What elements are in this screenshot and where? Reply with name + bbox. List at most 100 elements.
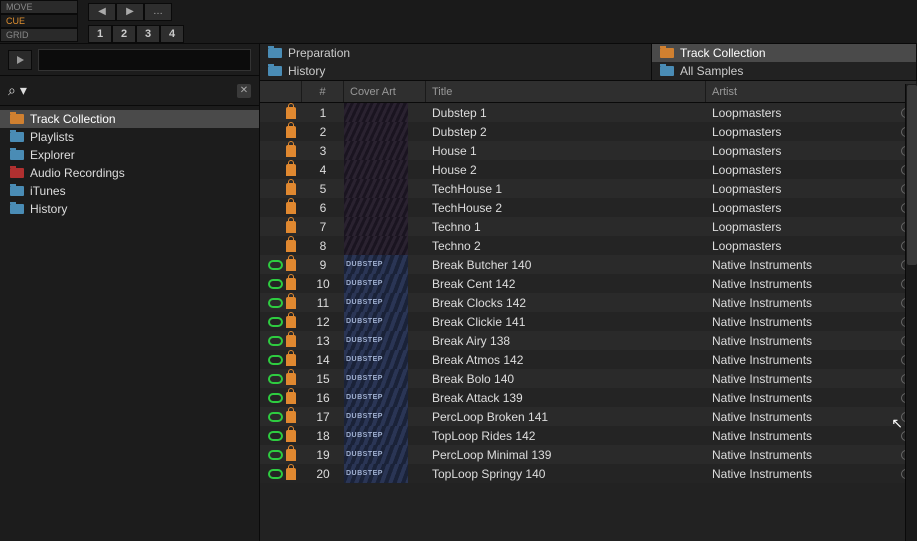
track-artist: Loopmasters bbox=[706, 198, 917, 217]
track-number: 18 bbox=[302, 426, 344, 445]
loop-icon bbox=[268, 469, 283, 479]
tree-item-label: Track Collection bbox=[30, 112, 116, 126]
track-row[interactable]: 13DUBSTEPBreak Airy 138Native Instrument… bbox=[260, 331, 917, 350]
cover-art-thumbnail: DUBSTEP bbox=[344, 369, 408, 388]
track-status-cell bbox=[260, 464, 302, 483]
track-title: TopLoop Springy 140 bbox=[426, 464, 706, 483]
lock-icon bbox=[286, 449, 296, 461]
track-row[interactable]: 6TechHouse 2Loopmasters bbox=[260, 198, 917, 217]
cover-art-thumbnail bbox=[344, 179, 408, 198]
lock-icon bbox=[286, 202, 296, 214]
column-status[interactable] bbox=[260, 81, 302, 102]
loop-icon bbox=[268, 374, 283, 384]
track-row[interactable]: 8Techno 2Loopmasters bbox=[260, 236, 917, 255]
search-clear-button[interactable]: ✕ bbox=[237, 84, 251, 98]
track-number: 20 bbox=[302, 464, 344, 483]
hotcue-2[interactable]: 2 bbox=[112, 25, 136, 43]
play-icon bbox=[17, 56, 24, 64]
tree-item-history[interactable]: History bbox=[0, 200, 259, 218]
track-row[interactable]: 9DUBSTEPBreak Butcher 140Native Instrume… bbox=[260, 255, 917, 274]
track-title: Break Clickie 141 bbox=[426, 312, 706, 331]
favorite-history[interactable]: History bbox=[260, 62, 652, 80]
hotcue-buttons: 1 2 3 4 bbox=[88, 25, 184, 43]
track-status-cell bbox=[260, 217, 302, 236]
track-status-cell bbox=[260, 103, 302, 122]
scrollbar-thumb[interactable] bbox=[907, 85, 917, 265]
track-artist: Native Instruments bbox=[706, 350, 917, 369]
track-number: 16 bbox=[302, 388, 344, 407]
nav-more-button[interactable]: … bbox=[144, 3, 172, 21]
lock-icon bbox=[286, 411, 296, 423]
lock-icon bbox=[286, 335, 296, 347]
track-cover-art bbox=[344, 217, 426, 236]
track-status-cell bbox=[260, 198, 302, 217]
hotcue-3[interactable]: 3 bbox=[136, 25, 160, 43]
tree-item-playlists[interactable]: Playlists bbox=[0, 128, 259, 146]
track-cover-art bbox=[344, 198, 426, 217]
hotcue-4[interactable]: 4 bbox=[160, 25, 184, 43]
folder-icon bbox=[10, 167, 24, 179]
track-table-body[interactable]: 1Dubstep 1Loopmasters2Dubstep 2Loopmaste… bbox=[260, 103, 917, 541]
hotcue-1[interactable]: 1 bbox=[88, 25, 112, 43]
cover-art-thumbnail bbox=[344, 160, 408, 179]
track-cover-art bbox=[344, 160, 426, 179]
nav-next-button[interactable]: ▶ bbox=[116, 3, 144, 21]
preview-track-display[interactable] bbox=[38, 49, 251, 71]
track-row[interactable]: 1Dubstep 1Loopmasters bbox=[260, 103, 917, 122]
track-artist: Native Instruments bbox=[706, 464, 917, 483]
search-dropdown-icon[interactable]: ▾ bbox=[20, 82, 27, 99]
tree-item-itunes[interactable]: iTunes bbox=[0, 182, 259, 200]
track-title: Break Atmos 142 bbox=[426, 350, 706, 369]
track-row[interactable]: 4House 2Loopmasters bbox=[260, 160, 917, 179]
track-number: 5 bbox=[302, 179, 344, 198]
track-title: PercLoop Minimal 139 bbox=[426, 445, 706, 464]
track-status-cell bbox=[260, 141, 302, 160]
track-row[interactable]: 5TechHouse 1Loopmasters bbox=[260, 179, 917, 198]
track-artist: Loopmasters bbox=[706, 179, 917, 198]
track-status-cell bbox=[260, 369, 302, 388]
track-row[interactable]: 16DUBSTEPBreak Attack 139Native Instrume… bbox=[260, 388, 917, 407]
track-cover-art bbox=[344, 122, 426, 141]
track-row[interactable]: 12DUBSTEPBreak Clickie 141Native Instrum… bbox=[260, 312, 917, 331]
column-title[interactable]: Title bbox=[426, 81, 706, 102]
track-artist: Loopmasters bbox=[706, 160, 917, 179]
mode-tab-move[interactable]: MOVE bbox=[0, 0, 78, 14]
track-cover-art: DUBSTEP bbox=[344, 331, 426, 350]
nav-prev-button[interactable]: ◀ bbox=[88, 3, 116, 21]
cover-art-thumbnail: DUBSTEP bbox=[344, 464, 408, 483]
tree-item-track-collection[interactable]: Track Collection bbox=[0, 110, 259, 128]
column-cover-art[interactable]: Cover Art bbox=[344, 81, 426, 102]
preview-play-button[interactable] bbox=[8, 50, 32, 70]
column-number[interactable]: # bbox=[302, 81, 344, 102]
track-row[interactable]: 2Dubstep 2Loopmasters bbox=[260, 122, 917, 141]
favorite-all-samples[interactable]: All Samples bbox=[652, 62, 917, 80]
track-title: Break Bolo 140 bbox=[426, 369, 706, 388]
track-cover-art: DUBSTEP bbox=[344, 255, 426, 274]
vertical-scrollbar[interactable] bbox=[905, 84, 917, 541]
track-row[interactable]: 20DUBSTEP TopLoop Springy 140Native Instr… bbox=[260, 464, 917, 483]
track-row[interactable]: 14DUBSTEPBreak Atmos 142Native Instrumen… bbox=[260, 350, 917, 369]
column-artist[interactable]: Artist bbox=[706, 81, 917, 102]
cover-art-thumbnail: DUBSTEP bbox=[344, 445, 408, 464]
tree-item-explorer[interactable]: Explorer bbox=[0, 146, 259, 164]
lock-icon bbox=[286, 145, 296, 157]
cover-art-thumbnail bbox=[344, 141, 408, 160]
mode-tab-grid[interactable]: GRID bbox=[0, 28, 78, 42]
track-cover-art: DUBSTEP bbox=[344, 407, 426, 426]
track-row[interactable]: 10DUBSTEPBreak Cent 142Native Instrument… bbox=[260, 274, 917, 293]
track-row[interactable]: 3House 1Loopmasters bbox=[260, 141, 917, 160]
track-number: 12 bbox=[302, 312, 344, 331]
tree-item-audio-recordings[interactable]: Audio Recordings bbox=[0, 164, 259, 182]
track-row[interactable]: 19DUBSTEPPercLoop Minimal 139Native Inst… bbox=[260, 445, 917, 464]
track-row[interactable]: 17DUBSTEPPercLoop Broken 141Native Instr… bbox=[260, 407, 917, 426]
favorite-track-collection[interactable]: Track Collection bbox=[652, 44, 917, 62]
track-cover-art: DUBSTEP bbox=[344, 312, 426, 331]
track-status-cell bbox=[260, 293, 302, 312]
track-row[interactable]: 18DUBSTEPTopLoop Rides 142Native Instrum… bbox=[260, 426, 917, 445]
search-input[interactable]: ⌕ ▾ bbox=[8, 82, 27, 99]
mode-tab-cue[interactable]: CUE bbox=[0, 14, 78, 28]
track-row[interactable]: 7Techno 1Loopmasters bbox=[260, 217, 917, 236]
track-row[interactable]: 15DUBSTEPBreak Bolo 140Native Instrument… bbox=[260, 369, 917, 388]
favorite-preparation[interactable]: Preparation bbox=[260, 44, 652, 62]
track-row[interactable]: 11DUBSTEPBreak Clocks 142Native Instrume… bbox=[260, 293, 917, 312]
